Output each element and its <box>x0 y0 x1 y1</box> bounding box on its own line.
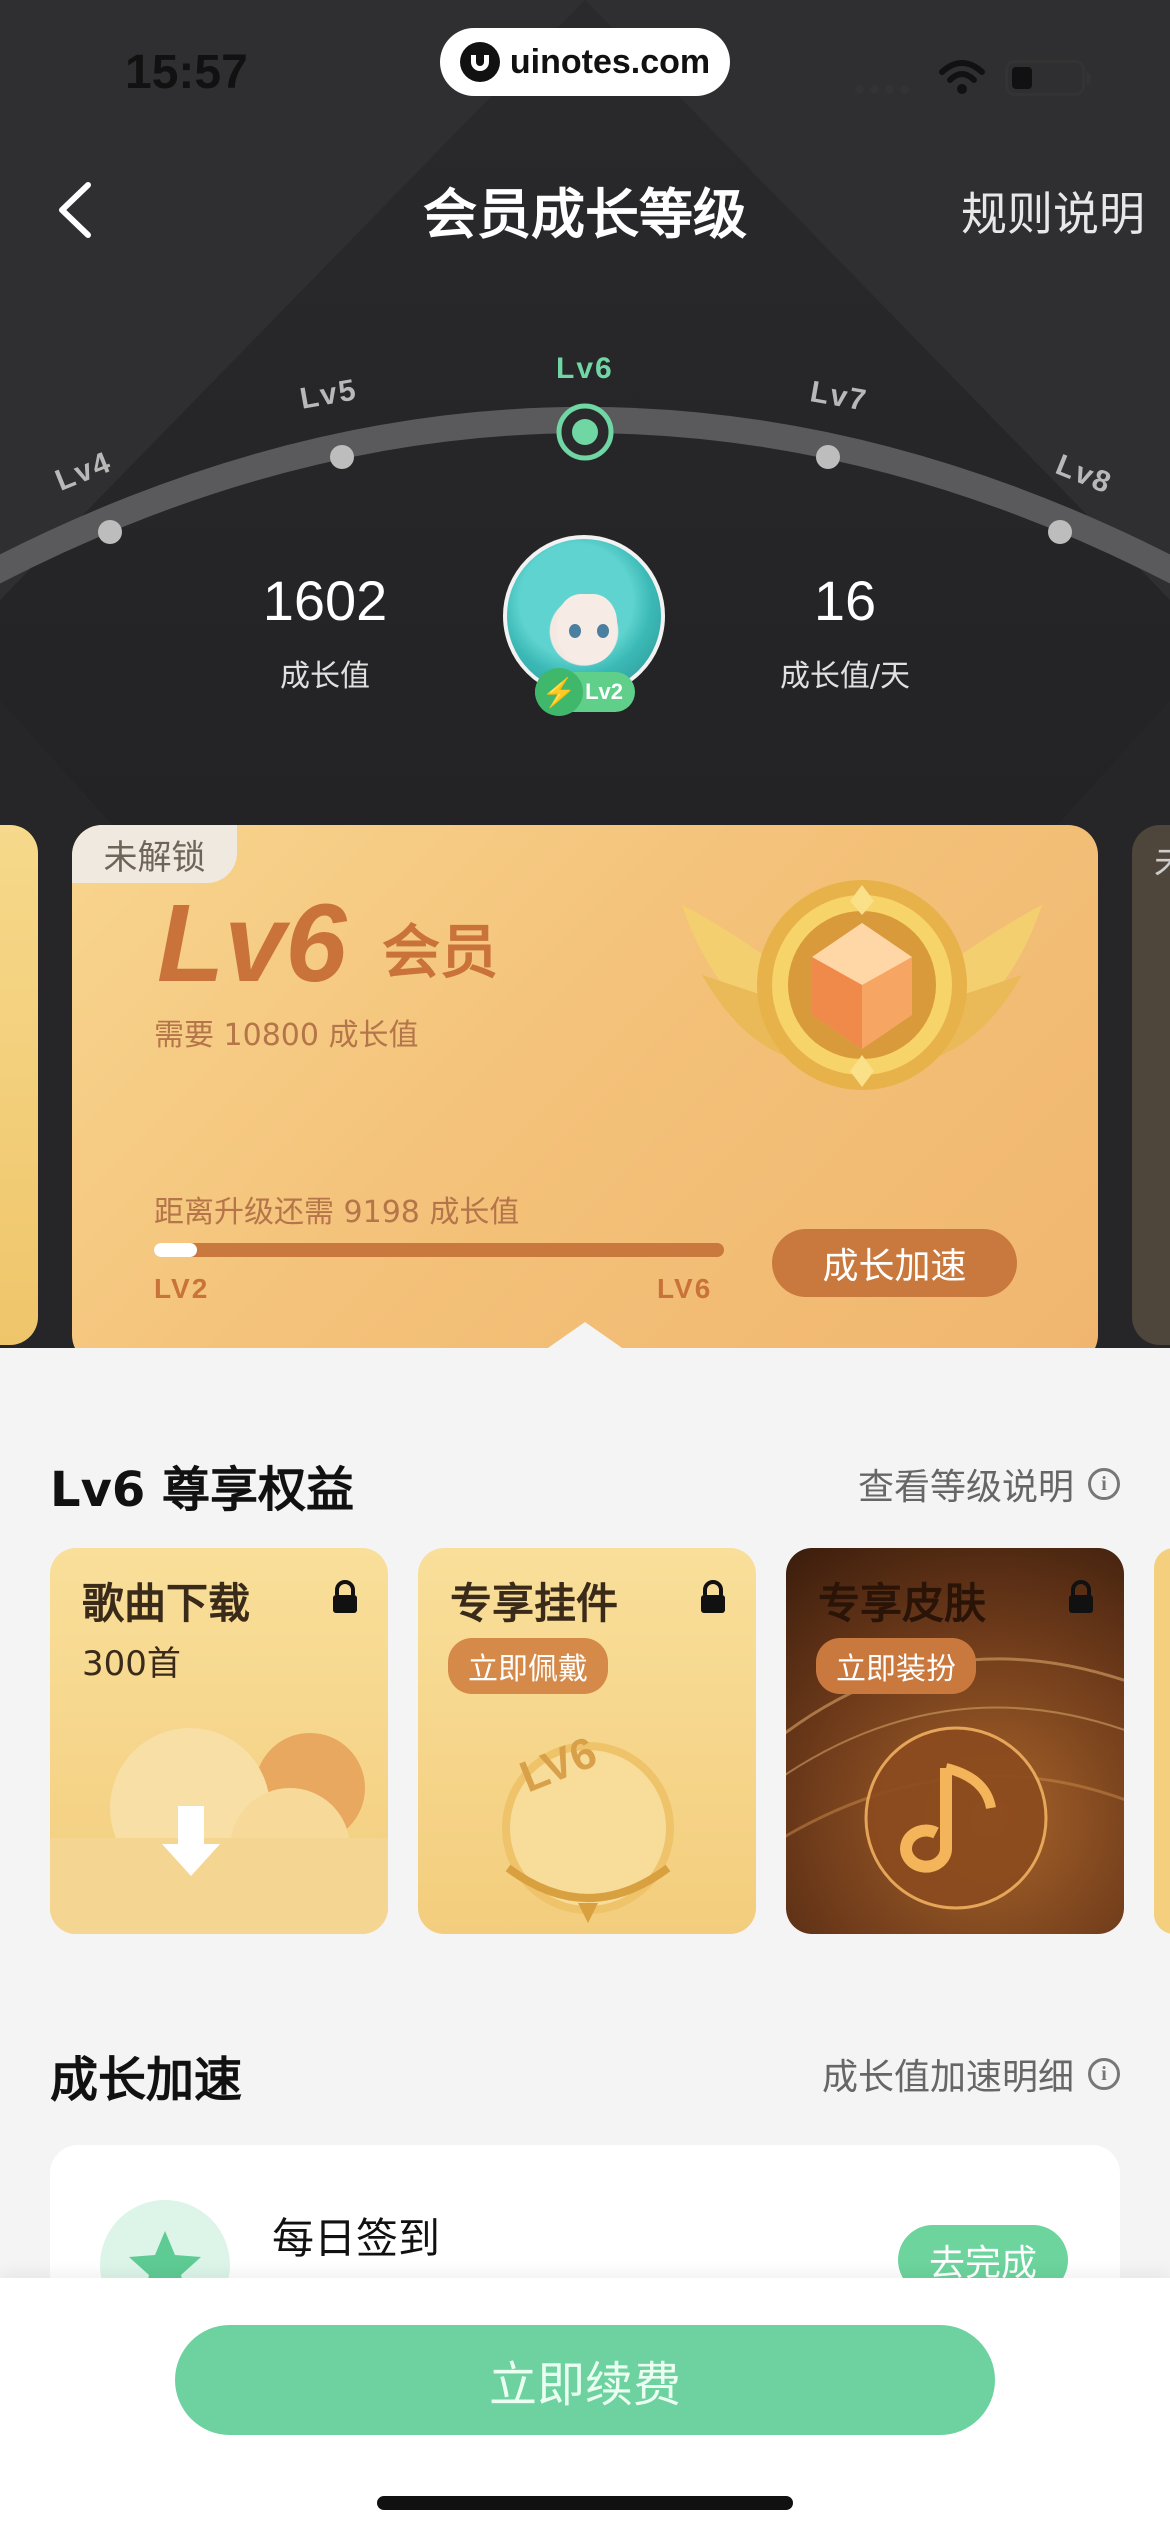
benefits-title: Lv6 尊享权益 <box>50 1462 354 1518</box>
next-level-card[interactable]: 未 <box>1132 825 1170 1345</box>
upgrade-distance: 距离升级还需 9198 成长值 <box>154 1195 520 1230</box>
lock-icon <box>701 1580 725 1613</box>
growth-value-stat: 1602 成长值 <box>235 568 415 695</box>
info-icon: i <box>1088 2058 1120 2090</box>
info-icon: i <box>1088 1468 1120 1500</box>
rules-link[interactable]: 规则说明 <box>961 178 1145 244</box>
level-description-link[interactable]: 查看等级说明 i <box>858 1458 1120 1510</box>
perk-name: 歌曲下载 <box>82 1579 251 1628</box>
bottom-bar: 立即续费 <box>0 2278 1170 2532</box>
perk-name: 专享皮肤 <box>818 1579 987 1628</box>
level-node-lv8 <box>1048 520 1072 544</box>
perk-card-pendant[interactable]: 专享挂件 立即佩戴 LV6 <box>418 1548 756 1934</box>
status-bar: 15:57 uinotes.com <box>0 0 1170 140</box>
avatar-level-badge: ⚡ Lv2 <box>535 668 635 716</box>
dress-up-now-tag[interactable]: 立即装扮 <box>816 1638 976 1694</box>
lightning-icon: ⚡ <box>535 668 583 716</box>
task-name: 每日签到 <box>272 2214 441 2263</box>
status-time: 15:57 <box>125 46 248 99</box>
speedup-title: 成长加速 <box>50 2052 243 2108</box>
progress-end-label: LV6 <box>657 1273 713 1304</box>
avatar-level-text: Lv2 <box>585 679 623 704</box>
level-card[interactable]: 未解锁 Lv6 会员 需要 10800 成长值 距离升级还需 9198 成长值 … <box>72 825 1098 1365</box>
card-requirement: 需要 10800 成长值 <box>154 1018 419 1053</box>
renew-button[interactable]: 立即续费 <box>175 2325 995 2435</box>
pendant-frame-icon: LV6 <box>502 1728 674 1923</box>
perk-card-song-download[interactable]: 歌曲下载 300首 <box>50 1548 388 1934</box>
card-member-label: 会员 <box>382 918 499 986</box>
watermark-text: uinotes.com <box>509 42 711 81</box>
card-level: Lv6 <box>157 882 347 1005</box>
perk-card-skin[interactable]: 专享皮肤 立即装扮 <box>786 1548 1124 1934</box>
locked-tag: 未解锁 <box>72 825 237 883</box>
growth-value: 1602 <box>262 569 388 632</box>
daily-growth-label: 成长值/天 <box>779 659 911 694</box>
level-node-lv5 <box>330 445 354 469</box>
growth-value-label: 成长值 <box>280 659 370 694</box>
perk-card-next[interactable] <box>1154 1548 1170 1934</box>
daily-growth-value: 16 <box>813 569 877 632</box>
level-label-lv6: Lv6 <box>556 352 614 385</box>
home-indicator <box>377 2496 793 2510</box>
level-description-text: 查看等级说明 <box>857 1467 1074 1508</box>
level-node-lv6-inner <box>572 419 598 445</box>
signal-icon <box>855 85 909 94</box>
lock-icon <box>1069 1580 1093 1613</box>
card-pointer <box>545 1322 625 1350</box>
watermark-logo-icon <box>459 42 500 82</box>
level-medal-icon <box>682 880 1042 1090</box>
battery-icon <box>1005 60 1091 96</box>
prev-level-card[interactable] <box>0 825 38 1345</box>
perk-quantity: 300首 <box>82 1644 181 1684</box>
progress-start-label: LV2 <box>154 1273 210 1304</box>
level-progress-fill <box>154 1243 197 1257</box>
perk-name: 专享挂件 <box>450 1579 619 1628</box>
watermark-badge: uinotes.com <box>440 28 730 96</box>
level-node-lv4 <box>98 520 122 544</box>
cloud-download-icon <box>50 1728 388 1934</box>
wear-now-tag[interactable]: 立即佩戴 <box>448 1638 608 1694</box>
level-node-lv7 <box>816 445 840 469</box>
growth-boost-button[interactable]: 成长加速 <box>772 1229 1017 1297</box>
level-progress-bar <box>154 1243 724 1257</box>
lock-icon <box>333 1580 357 1613</box>
speedup-detail-link[interactable]: 成长值加速明细 i <box>822 2048 1120 2100</box>
wifi-icon <box>939 60 985 94</box>
daily-growth-stat: 16 成长值/天 <box>760 568 930 695</box>
speedup-detail-text: 成长值加速明细 <box>821 2057 1074 2098</box>
